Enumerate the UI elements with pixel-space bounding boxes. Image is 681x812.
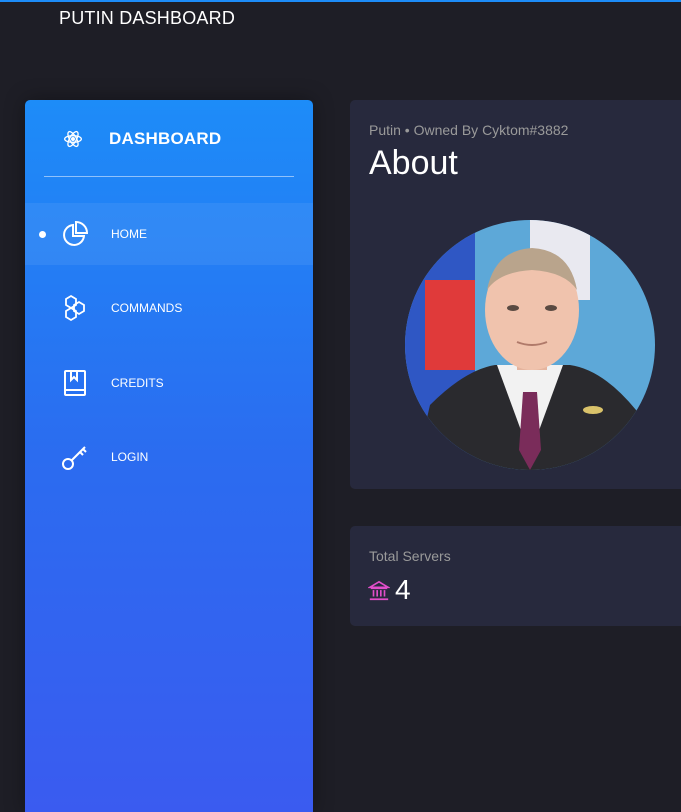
book-icon — [64, 370, 86, 396]
sidebar-item-label: HOME — [111, 227, 147, 241]
about-title: About — [369, 144, 458, 182]
sidebar-item-label: COMMANDS — [111, 301, 183, 315]
top-accent-line — [0, 0, 681, 2]
hexagons-icon — [65, 294, 85, 322]
sidebar-item-label: CREDITS — [111, 376, 164, 390]
sidebar-divider — [44, 176, 294, 177]
total-servers-label: Total Servers — [369, 548, 451, 564]
active-indicator — [39, 231, 46, 238]
about-card: Putin • Owned By Cyktom#3882 About — [350, 100, 681, 489]
sidebar-item-label: LOGIN — [111, 450, 149, 464]
about-subtitle: Putin • Owned By Cyktom#3882 — [369, 122, 569, 138]
atom-icon — [64, 130, 82, 148]
sidebar-title: DASHBOARD — [109, 129, 222, 148]
bot-avatar — [405, 220, 655, 470]
total-servers-card: Total Servers 4 — [350, 526, 681, 626]
sidebar-item-credits[interactable]: CREDITS — [25, 352, 313, 414]
bank-icon — [368, 580, 390, 601]
sidebar-item-login[interactable]: LOGIN — [25, 426, 313, 488]
sidebar-item-commands[interactable]: COMMANDS — [25, 277, 313, 339]
sidebar-header[interactable]: DASHBOARD — [25, 100, 313, 177]
sidebar-item-home[interactable]: HOME — [25, 203, 313, 265]
key-icon — [62, 446, 87, 470]
total-servers-value: 4 — [395, 574, 411, 605]
sidebar: DASHBOARD HOME COMMANDS CREDITS LOGIN — [25, 100, 313, 812]
avatar-portrait — [405, 220, 655, 470]
brand-title[interactable]: PUTIN DASHBOARD — [59, 8, 235, 29]
pie-chart-icon — [63, 220, 89, 246]
